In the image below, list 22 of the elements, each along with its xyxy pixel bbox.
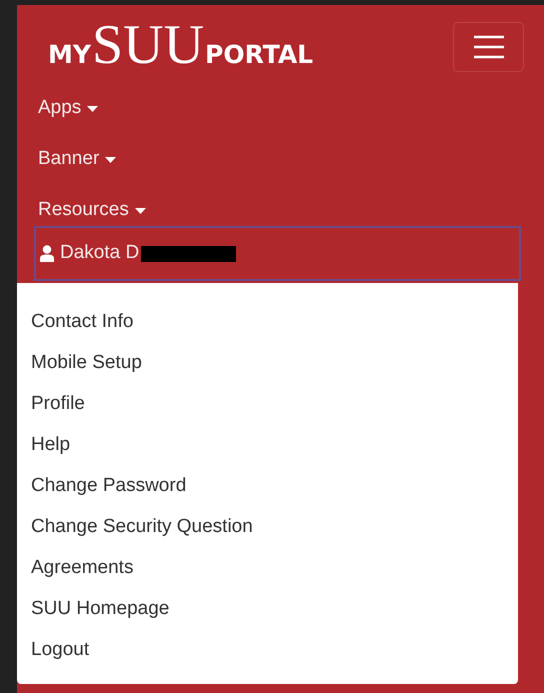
nav-dropdown-link[interactable]: Apps	[38, 94, 98, 123]
caret-icon	[87, 106, 98, 112]
menu-item[interactable]: SUU Homepage	[31, 588, 170, 629]
menu-item[interactable]: Help	[31, 424, 70, 465]
logo-text: MY	[48, 39, 91, 71]
nav-dropdown-link[interactable]: Banner	[38, 145, 116, 174]
menu-icon	[472, 35, 504, 59]
user-menu-link[interactable]: Dakota D	[40, 239, 236, 268]
menu-item[interactable]: Mobile Setup	[31, 342, 142, 383]
menu-item[interactable]: Contact Info	[31, 301, 134, 342]
menu-button[interactable]	[453, 22, 524, 72]
logo-text: PORTAL	[205, 39, 314, 71]
logo-text: SUU	[92, 17, 204, 73]
user-icon	[40, 245, 54, 262]
caret-icon	[105, 156, 116, 162]
menu-item[interactable]: Profile	[31, 383, 85, 424]
menu-item[interactable]: Logout	[31, 629, 90, 670]
nav-dropdown-link[interactable]: Resources	[38, 196, 146, 225]
menu-item[interactable]: Change Security Question	[31, 506, 253, 547]
menu-item[interactable]: Change Password	[31, 465, 186, 506]
caret-icon	[134, 208, 146, 214]
menu-item[interactable]: Agreements	[31, 547, 134, 588]
